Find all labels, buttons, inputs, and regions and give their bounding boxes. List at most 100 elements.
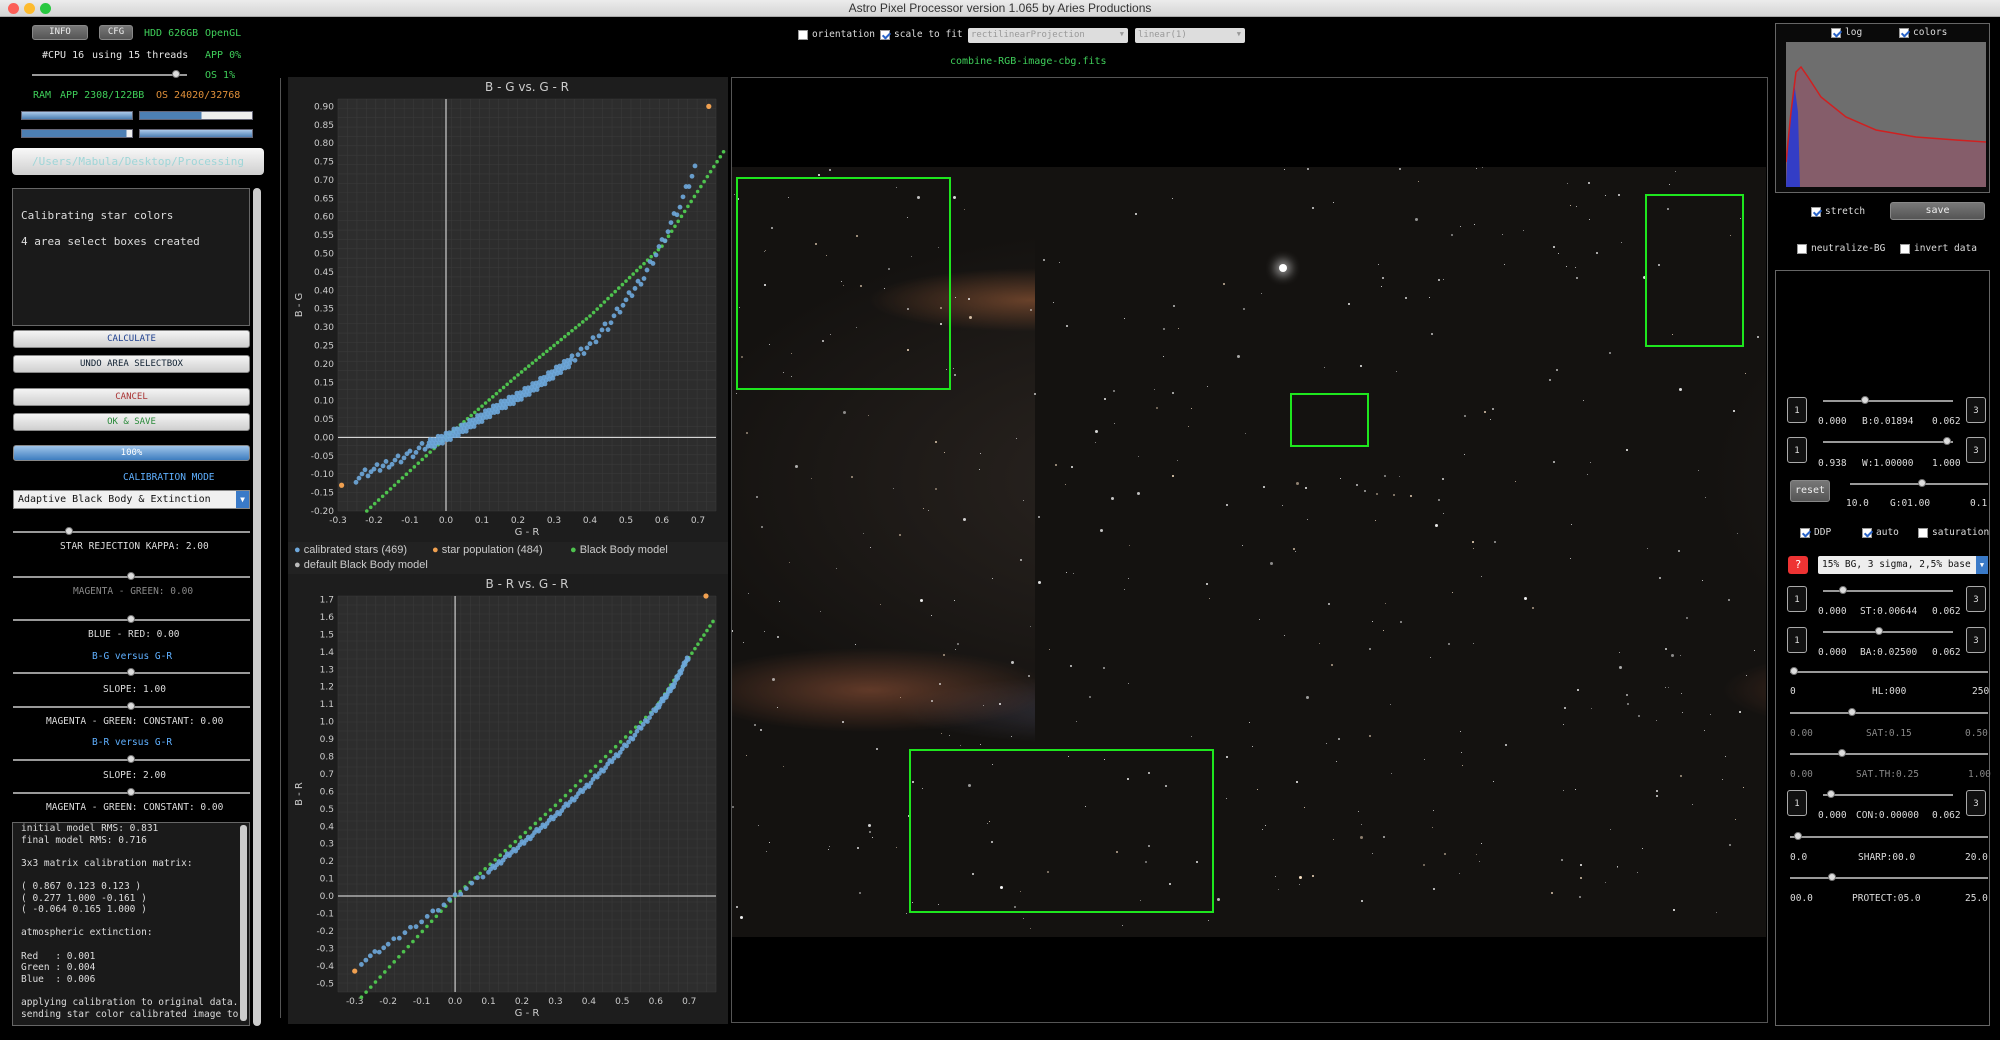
ok-save-button[interactable]: OK & SAVE	[13, 413, 250, 431]
protect-slider[interactable]	[1790, 873, 1988, 881]
saturation-checkbox[interactable]	[1918, 527, 1928, 538]
con-step-right[interactable]: 3	[1966, 790, 1986, 816]
area-select-box-4[interactable]	[909, 749, 1214, 913]
scale-to-fit-toggle[interactable]: scale to fit	[880, 29, 963, 40]
slope2-slider[interactable]	[13, 755, 250, 763]
zoom-window-icon[interactable]	[40, 3, 51, 14]
star-rejection-slider[interactable]	[13, 527, 250, 535]
blackbody-point	[686, 204, 690, 209]
orientation-checkbox[interactable]	[798, 29, 808, 40]
legend-blackbody: ● Black Body model	[570, 544, 668, 556]
stretch-function-select[interactable]: linear(1) ▼	[1135, 28, 1245, 43]
slope1-slider[interactable]	[13, 668, 250, 676]
area-select-box-2[interactable]	[1645, 194, 1744, 347]
star	[1532, 607, 1534, 609]
blackbody-point	[638, 265, 643, 269]
ddp-toggle[interactable]: DDP	[1800, 527, 1831, 538]
area-select-box-1[interactable]	[736, 177, 951, 390]
ba-slider[interactable]	[1823, 627, 1953, 635]
b-slider[interactable]	[1823, 396, 1953, 404]
area-select-box-3[interactable]	[1290, 393, 1369, 447]
astro-image-view[interactable]	[731, 167, 1766, 937]
auto-checkbox[interactable]	[1862, 527, 1872, 538]
calibration-mode-select[interactable]: Adaptive Black Body & Extinction ▼	[13, 490, 250, 509]
star	[1217, 898, 1220, 901]
invert-data-toggle[interactable]: invert data	[1900, 243, 1977, 254]
calibrated-star-point	[401, 455, 407, 461]
info-button[interactable]: INFO	[32, 25, 88, 40]
star	[777, 707, 778, 708]
reset-button[interactable]: reset	[1790, 480, 1830, 502]
calibrated-star-point	[662, 238, 668, 244]
invert-data-label: invert data	[1914, 243, 1977, 254]
auto-toggle[interactable]: auto	[1862, 527, 1899, 538]
mg-const2-slider[interactable]	[13, 788, 250, 796]
b-step-right[interactable]: 3	[1966, 397, 1986, 423]
star	[1023, 918, 1024, 919]
close-window-icon[interactable]	[8, 3, 19, 14]
ddp-checkbox[interactable]	[1800, 527, 1810, 538]
ddp-preset-select[interactable]: 15% BG, 3 sigma, 2,5% base ▼	[1818, 556, 1988, 574]
neutralize-bg-toggle[interactable]: neutralize-BG	[1797, 243, 1885, 254]
log-checkbox[interactable]	[1831, 27, 1841, 38]
calibrated-star-point	[685, 656, 691, 662]
w-step-right[interactable]: 3	[1966, 437, 1986, 463]
minimize-window-icon[interactable]	[24, 3, 35, 14]
orientation-toggle[interactable]: orientation	[798, 29, 875, 40]
calibrated-star-point	[389, 461, 395, 467]
calibrated-star-point	[365, 473, 371, 479]
legend-population-label: star population (484)	[441, 544, 543, 556]
blackbody-point	[613, 744, 618, 749]
neutralize-bg-checkbox[interactable]	[1797, 243, 1807, 254]
star	[1296, 781, 1298, 783]
working-directory-path[interactable]: /Users/Mabula/Desktop/Processing	[12, 148, 264, 175]
con-slider[interactable]	[1823, 790, 1953, 798]
cancel-button[interactable]: CANCEL	[13, 388, 250, 406]
star	[1338, 738, 1340, 740]
sharp-slider[interactable]	[1790, 832, 1988, 840]
colors-toggle[interactable]: colors	[1899, 27, 1947, 38]
help-icon[interactable]: ?	[1788, 556, 1808, 574]
b-step-left[interactable]: 1	[1787, 397, 1807, 423]
saturation-toggle[interactable]: saturation	[1918, 527, 1989, 538]
log-toggle[interactable]: log	[1831, 27, 1862, 38]
st-step-left[interactable]: 1	[1787, 586, 1807, 612]
st-step-right[interactable]: 3	[1966, 586, 1986, 612]
magenta-green-slider[interactable]	[13, 572, 250, 580]
blackbody-point	[721, 149, 726, 154]
blackbody-point	[623, 735, 628, 739]
undo-area-selectbox-button[interactable]: UNDO AREA SELECTBOX	[13, 355, 250, 373]
blackbody-point	[606, 296, 610, 301]
ba-step-left[interactable]: 1	[1787, 627, 1807, 653]
ba-min: 0.000	[1818, 647, 1847, 658]
scale-to-fit-checkbox[interactable]	[880, 29, 890, 40]
star	[1460, 731, 1461, 732]
blue-red-slider[interactable]	[13, 615, 250, 623]
w-slider[interactable]	[1823, 437, 1953, 445]
star	[1034, 393, 1036, 395]
con-step-left[interactable]: 1	[1787, 790, 1807, 816]
calculate-button[interactable]: CALCULATE	[13, 330, 250, 348]
mg-const1-slider[interactable]	[13, 702, 250, 710]
projection-select[interactable]: rectilinearProjection ▼	[968, 28, 1128, 43]
blackbody-point	[401, 949, 406, 954]
log-scrollbar[interactable]	[240, 825, 247, 1021]
stretch-toggle[interactable]: stretch	[1811, 206, 1865, 217]
hl-slider[interactable]	[1790, 667, 1988, 675]
g-slider[interactable]	[1850, 479, 1988, 487]
sat-slider[interactable]	[1790, 708, 1988, 716]
threads-slider[interactable]	[32, 70, 187, 78]
histogram-save-button[interactable]: save	[1890, 202, 1985, 220]
cfg-button[interactable]: CFG	[99, 25, 133, 40]
w-step-left[interactable]: 1	[1787, 437, 1807, 463]
sat-th-slider[interactable]	[1790, 749, 1988, 757]
invert-data-checkbox[interactable]	[1900, 243, 1910, 254]
left-scrollbar[interactable]	[253, 188, 261, 1026]
star	[1059, 262, 1060, 263]
colors-checkbox[interactable]	[1899, 27, 1909, 38]
stretch-checkbox[interactable]	[1811, 206, 1821, 217]
st-slider[interactable]	[1823, 586, 1953, 594]
star	[1360, 836, 1363, 839]
ba-step-right[interactable]: 3	[1966, 627, 1986, 653]
star	[1207, 386, 1208, 387]
